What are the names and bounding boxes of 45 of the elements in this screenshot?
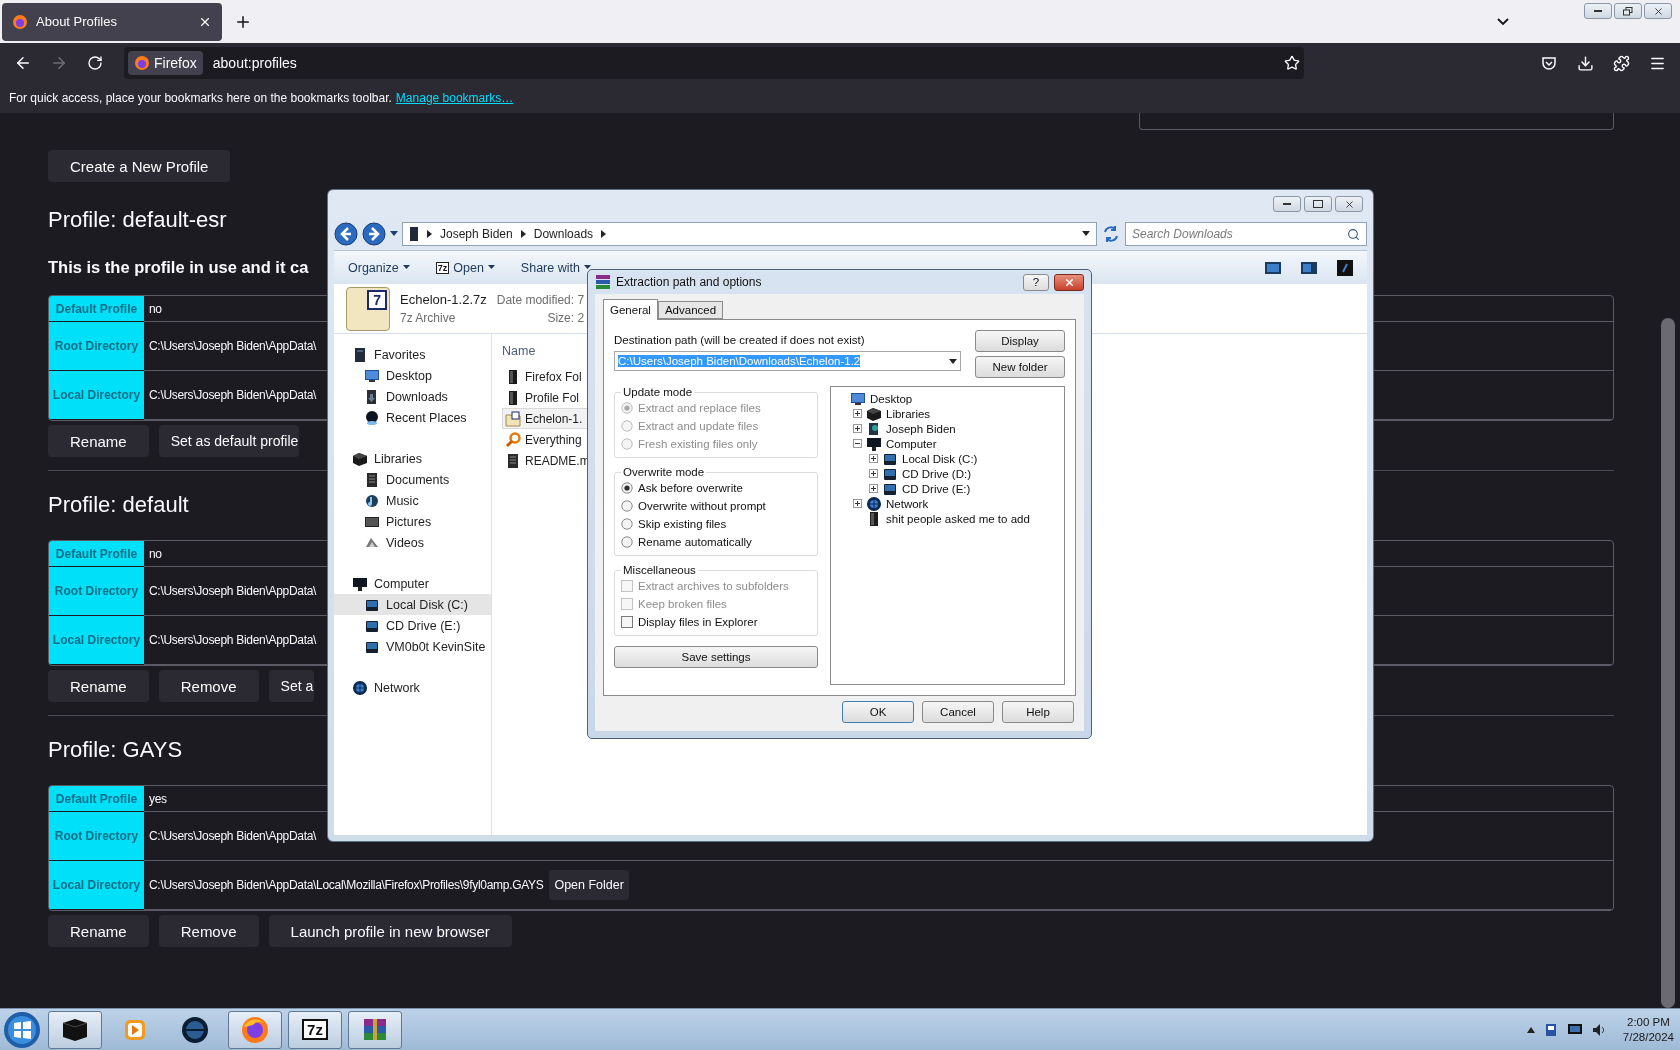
row-label: Root Directory [49, 322, 144, 371]
option-label: Fresh existing files only [638, 437, 758, 450]
file-type: 7z Archive [400, 311, 457, 325]
row-value: C:\Users\Joseph Biden\AppData\Local\Mozilla\Firefox\Profiles\9fyl0amp.GAYS [149, 878, 544, 892]
destination-label: Destination path (will be created if does not exist) [614, 334, 866, 346]
option-label: Keep broken files [638, 597, 727, 610]
dialog-title: Extraction path and options [616, 275, 762, 289]
profile-heading: Profile: default [48, 491, 189, 519]
row-value: C:\Users\Joseph Biden\AppData\ [149, 339, 317, 353]
profile-note: This is the profile in use and it ca [48, 258, 309, 277]
option-label: Extract archives to subfolders [638, 579, 789, 592]
size-label: Size: 2 [547, 310, 585, 325]
option-label: Extract and replace files [638, 401, 761, 414]
row-value: C:\Users\Joseph Biden\AppData\ [149, 388, 317, 402]
row-value: C:\Users\Joseph Biden\AppData\ [149, 633, 317, 647]
option-label: Ask before overwrite [638, 481, 743, 494]
row-value: C:\Users\Joseph Biden\AppData\ [149, 584, 317, 598]
bookmarks-hint: For quick access, place your bookmarks here on the bookmarks toolbar. [9, 91, 392, 105]
row-label: Root Directory [49, 812, 144, 861]
group-title: Overwrite mode [622, 466, 706, 478]
row-label: Default Profile [49, 786, 144, 812]
option-label: Rename automatically [638, 535, 752, 548]
option-label: Display files in Explorer [638, 615, 758, 628]
file-name: Echelon-1.2.7z [400, 292, 487, 307]
group-title: Update mode [622, 386, 694, 398]
row-label: Default Profile [49, 296, 144, 322]
date-modified-label: Date modified: 7 [496, 292, 585, 307]
row-value: no [149, 301, 162, 316]
option-label: Extract and update files [638, 419, 759, 432]
row-label: Local Directory [49, 371, 144, 420]
archive-icon: 7 [346, 286, 390, 331]
row-value: yes [149, 791, 167, 806]
profile-heading: Profile: default-esr [48, 206, 227, 234]
archiver-icon: 7z [302, 1019, 328, 1040]
row-label: Default Profile [49, 541, 144, 567]
option-label: Skip existing files [638, 517, 727, 530]
row-label: Local Directory [49, 861, 144, 910]
row-label: Root Directory [49, 567, 144, 616]
profile-heading: Profile: GAYS [48, 736, 183, 764]
group-title: Miscellaneous [622, 564, 697, 576]
url-text: about:profiles [212, 55, 298, 71]
option-label: Overwrite without prompt [638, 499, 766, 512]
row-value: C:\Users\Joseph Biden\AppData\ [149, 829, 317, 843]
row-value: no [149, 546, 162, 561]
row-label: Local Directory [49, 616, 144, 665]
